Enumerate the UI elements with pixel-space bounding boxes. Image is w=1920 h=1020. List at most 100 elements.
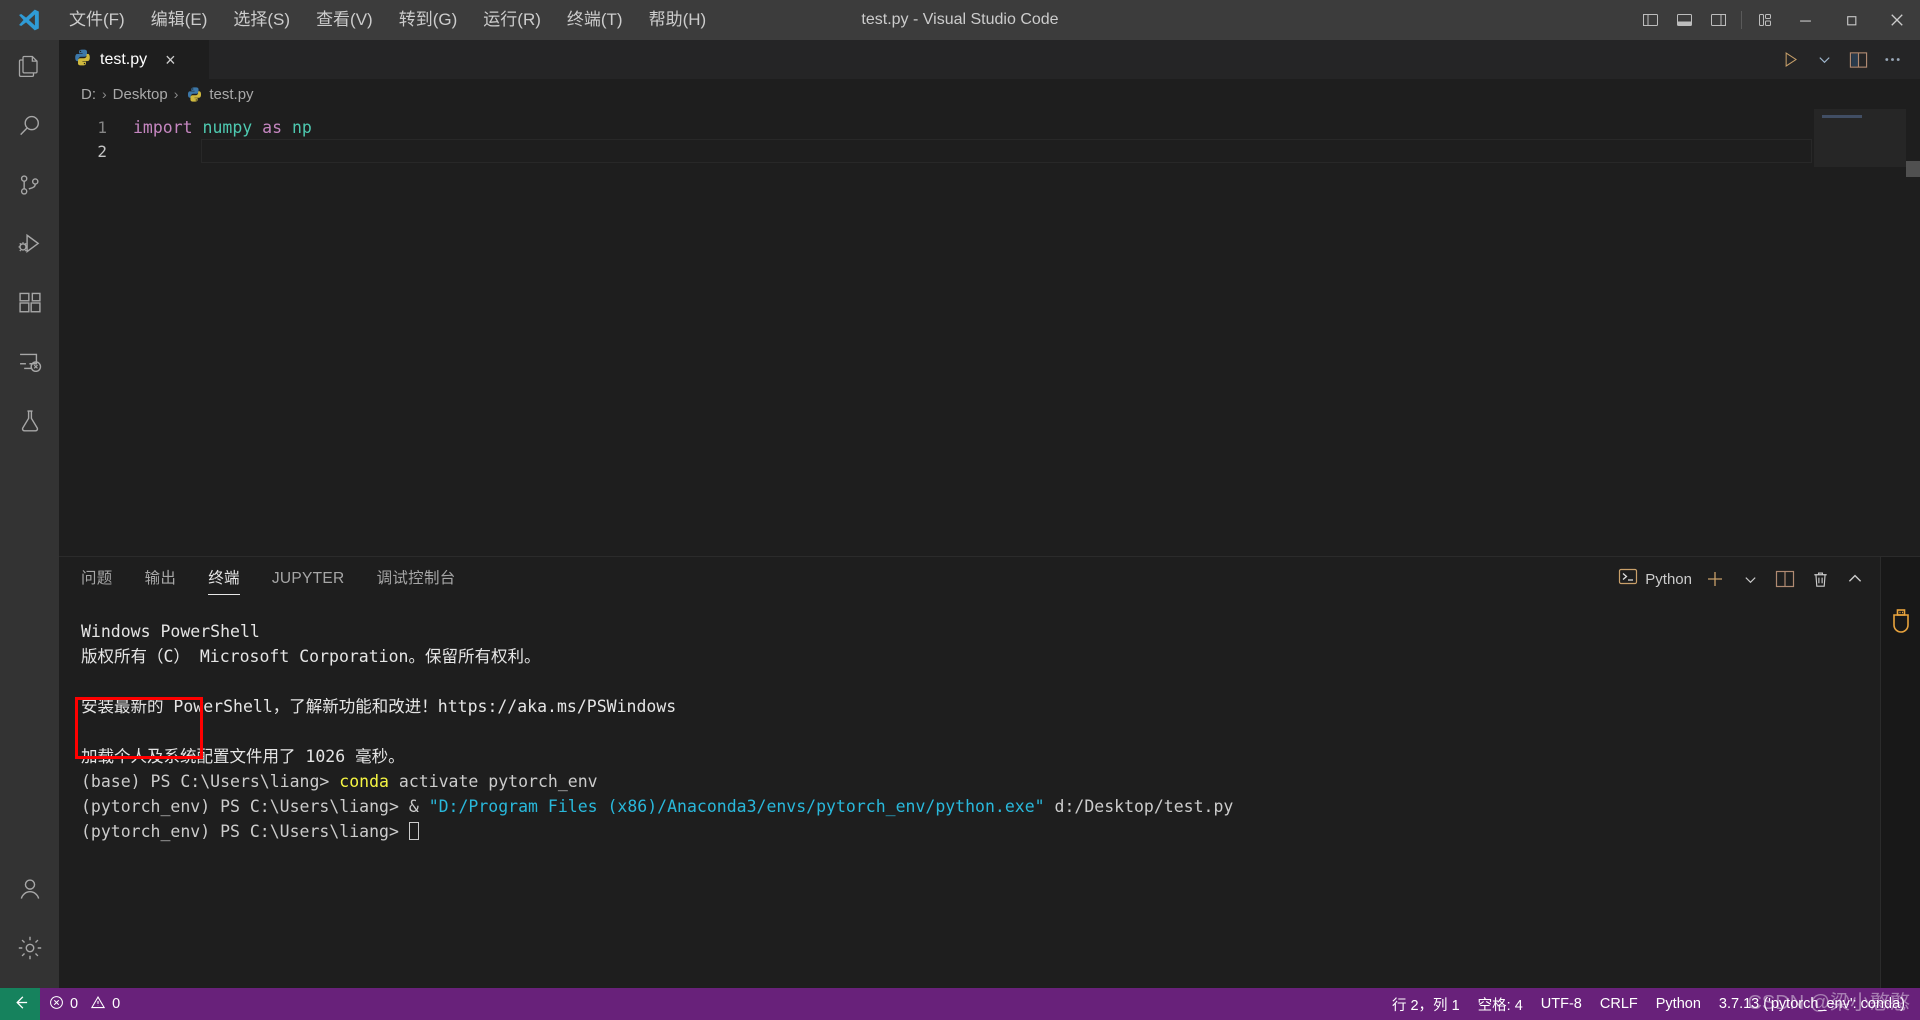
panel-tab-problems[interactable]: 问题: [81, 557, 113, 601]
terminal-line: (pytorch_env) PS C:\Users\liang> & "D:/P…: [81, 794, 1920, 819]
maximize-panel-button[interactable]: [1839, 563, 1871, 595]
python-file-icon: [186, 86, 203, 103]
line-number: 1: [59, 118, 133, 137]
window-maximize-button[interactable]: [1828, 0, 1874, 40]
run-python-file-icon[interactable]: [1774, 43, 1806, 77]
chevron-right-icon: ›: [102, 86, 107, 102]
menu-terminal[interactable]: 终端(T): [554, 0, 636, 40]
terminal-line: (pytorch_env) PS C:\Users\liang>: [81, 819, 1920, 844]
panel-tab-debug-console[interactable]: 调试控制台: [377, 557, 456, 601]
activity-item-explorer[interactable]: [0, 40, 59, 99]
terminal-shell-selector[interactable]: Python: [1614, 563, 1696, 595]
code-editor[interactable]: 1 import numpy as np 2: [59, 109, 1920, 556]
menu-selection[interactable]: 选择(S): [220, 0, 303, 40]
menu-go[interactable]: 转到(G): [386, 0, 471, 40]
activity-item-search[interactable]: [0, 99, 59, 158]
minimap-slider[interactable]: [1814, 109, 1906, 167]
title-bar-right: [1633, 0, 1920, 40]
terminal-script-arg: d:/Desktop/test.py: [1045, 797, 1234, 816]
editor-scrollbar[interactable]: [1906, 109, 1920, 556]
terminal-line: 版权所有（C） Microsoft Corporation。保留所有权利。: [81, 644, 1920, 669]
terminal-args: activate pytorch_env: [389, 772, 598, 791]
new-terminal-dropdown-icon[interactable]: [1734, 563, 1766, 595]
status-indentation[interactable]: 空格: 4: [1469, 988, 1532, 1020]
workbench-body: test.py ×: [0, 40, 1920, 988]
terminal-output[interactable]: Windows PowerShell 版权所有（C） Microsoft Cor…: [59, 601, 1920, 988]
status-language-mode[interactable]: Python: [1647, 988, 1710, 1020]
breadcrumb-item-file[interactable]: test.py: [209, 86, 253, 103]
toggle-primary-sidebar-icon[interactable]: [1633, 0, 1667, 40]
breadcrumb-item-folder[interactable]: Desktop: [113, 86, 168, 103]
close-icon[interactable]: ×: [165, 51, 176, 69]
terminal-cursor: [409, 822, 419, 840]
status-encoding[interactable]: UTF-8: [1532, 988, 1591, 1020]
status-python-interpreter[interactable]: 3.7.13 ('pytorch_env': conda): [1710, 988, 1914, 1020]
activity-item-accounts[interactable]: [0, 862, 59, 921]
terminal-line: 加载个人及系统配置文件用了 1026 毫秒。: [81, 744, 1920, 769]
terminal-tabs-rail[interactable]: [1880, 557, 1920, 988]
terminal-line: (base) PS C:\Users\liang> conda activate…: [81, 769, 1920, 794]
title-bar: 文件(F) 编辑(E) 选择(S) 查看(V) 转到(G) 运行(R) 终端(T…: [0, 0, 1920, 40]
bottom-panel: 问题 输出 终端 JUPYTER 调试控制台 Python: [59, 556, 1920, 988]
split-terminal-button[interactable]: [1769, 563, 1801, 595]
gear-icon: [16, 934, 44, 967]
activity-item-manage[interactable]: [0, 921, 59, 980]
activity-item-source-control[interactable]: [0, 158, 59, 217]
activity-item-extensions[interactable]: [0, 276, 59, 335]
toggle-panel-icon[interactable]: [1667, 0, 1701, 40]
activity-item-testing[interactable]: [0, 394, 59, 453]
minimap[interactable]: [1814, 109, 1906, 556]
panel-tab-terminal[interactable]: 终端: [208, 557, 240, 601]
status-eol[interactable]: CRLF: [1591, 988, 1647, 1020]
new-terminal-button[interactable]: [1699, 563, 1731, 595]
kill-terminal-button[interactable]: [1804, 563, 1836, 595]
terminal-line: Windows PowerShell: [81, 619, 1920, 644]
remote-explorer-icon: [16, 348, 44, 381]
panel-tab-output[interactable]: 输出: [145, 557, 177, 601]
menu-run[interactable]: 运行(R): [470, 0, 554, 40]
customize-layout-icon[interactable]: [1748, 0, 1782, 40]
window-minimize-button[interactable]: [1782, 0, 1828, 40]
terminal-prompt: (pytorch_env) PS C:\Users\liang>: [81, 822, 409, 841]
status-error-count: 0: [70, 996, 78, 1012]
panel-tabs-bar: 问题 输出 终端 JUPYTER 调试控制台 Python: [59, 557, 1920, 601]
code-line-1: 1 import numpy as np: [59, 115, 1920, 139]
breadcrumb[interactable]: D: › Desktop › test.py: [59, 79, 1920, 109]
menu-help[interactable]: 帮助(H): [636, 0, 720, 40]
extensions-icon: [16, 289, 44, 322]
breadcrumb-item-drive[interactable]: D:: [81, 86, 96, 103]
panel-actions: Python: [1614, 563, 1920, 595]
run-dropdown-icon[interactable]: [1808, 43, 1840, 77]
editor-tab-test-py[interactable]: test.py ×: [59, 40, 209, 79]
activity-item-remote-explorer[interactable]: [0, 335, 59, 394]
status-problems[interactable]: 0 0: [40, 988, 129, 1020]
status-remote-button[interactable]: [0, 988, 40, 1020]
activity-item-run-and-debug[interactable]: [0, 217, 59, 276]
terminal-command: conda: [339, 772, 389, 791]
terminal-tab-icon[interactable]: [1881, 605, 1920, 637]
source-control-icon: [16, 171, 44, 204]
current-line-highlight: [201, 139, 1812, 163]
code-lines[interactable]: 1 import numpy as np 2: [59, 109, 1920, 556]
chevron-right-icon: ›: [174, 86, 179, 102]
menu-bar[interactable]: 文件(F) 编辑(E) 选择(S) 查看(V) 转到(G) 运行(R) 终端(T…: [56, 0, 719, 40]
menu-view[interactable]: 查看(V): [303, 0, 386, 40]
menu-edit[interactable]: 编辑(E): [138, 0, 221, 40]
terminal-path: "D:/Program Files (x86)/Anaconda3/envs/p…: [429, 797, 1045, 816]
status-cursor-position[interactable]: 行 2，列 1: [1383, 988, 1469, 1020]
menu-file[interactable]: 文件(F): [56, 0, 138, 40]
more-actions-icon[interactable]: [1876, 43, 1908, 77]
divider: [1741, 11, 1742, 29]
testing-flask-icon: [16, 407, 44, 440]
warning-icon: [90, 995, 106, 1014]
error-icon: [49, 995, 64, 1014]
toggle-secondary-sidebar-icon[interactable]: [1701, 0, 1735, 40]
terminal-shell-label: Python: [1645, 571, 1692, 588]
search-icon: [16, 112, 44, 145]
editor-scrollbar-thumb[interactable]: [1906, 161, 1920, 177]
window-close-button[interactable]: [1874, 0, 1920, 40]
panel-tab-jupyter[interactable]: JUPYTER: [272, 557, 345, 601]
remote-window-icon: [11, 994, 30, 1015]
split-editor-icon[interactable]: [1842, 43, 1874, 77]
terminal-blank-line: [81, 719, 1920, 744]
